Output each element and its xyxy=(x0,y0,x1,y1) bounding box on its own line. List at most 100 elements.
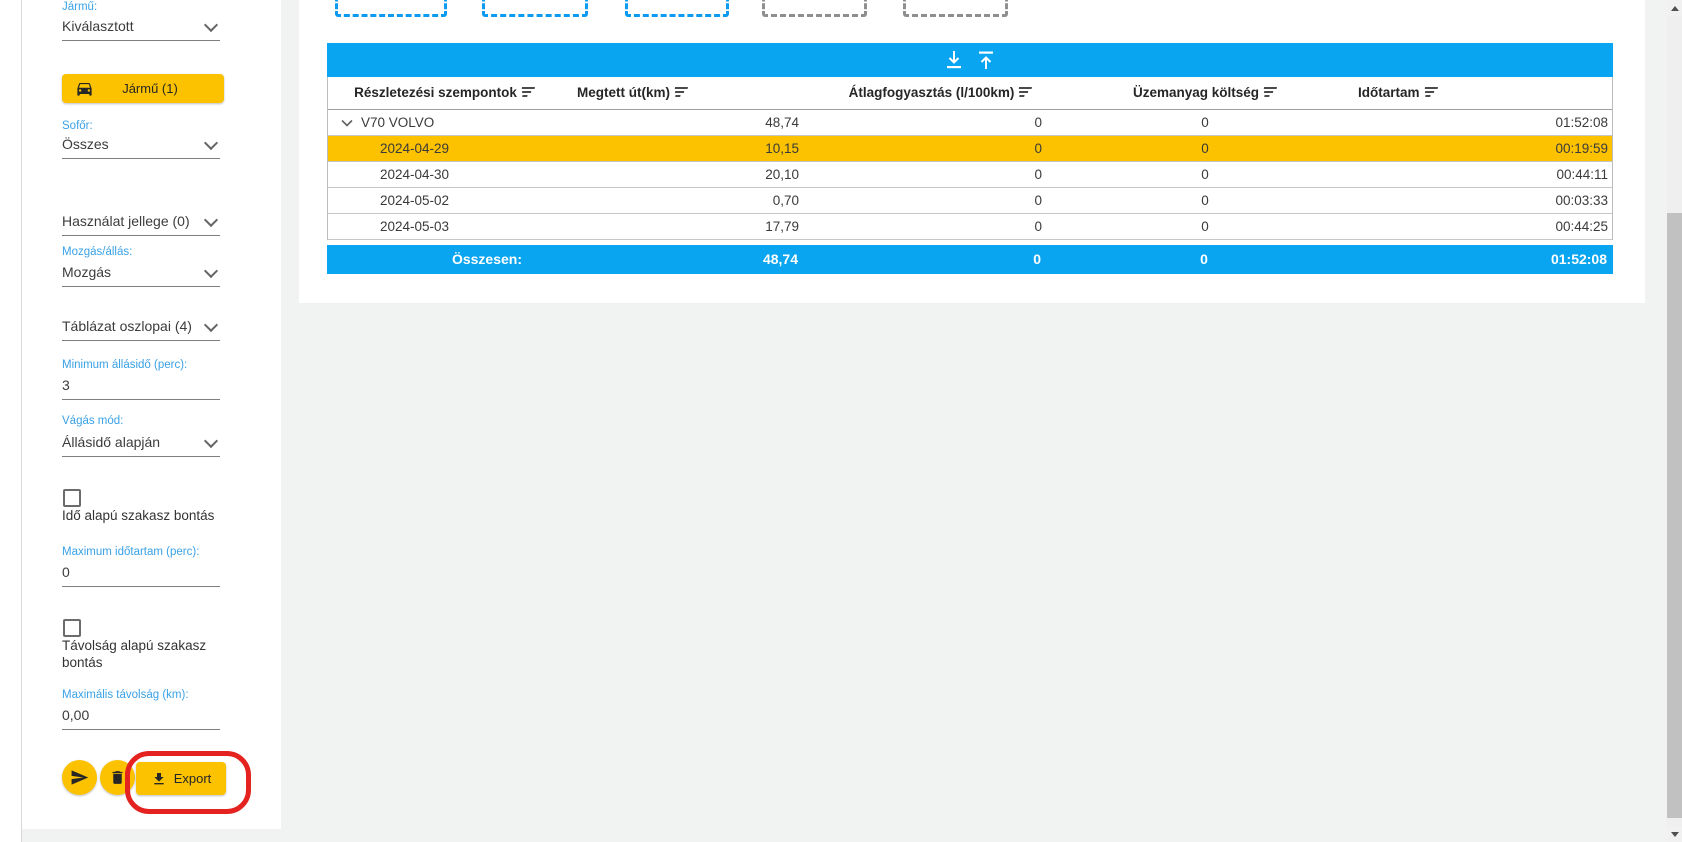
chevron-expand-icon[interactable] xyxy=(341,119,353,127)
duration-cell: 00:19:59 xyxy=(1340,136,1614,161)
usage-type-select[interactable]: Használat jellege (0) xyxy=(62,212,220,236)
distance-split-checkbox[interactable] xyxy=(63,619,81,637)
report-tab-3[interactable] xyxy=(625,0,729,17)
chevron-down-icon xyxy=(204,18,218,32)
left-edge-panel xyxy=(0,0,22,842)
table-columns-value: Táblázat oszlopai (4) xyxy=(62,318,192,334)
consumption-cell: 0 xyxy=(811,110,1070,135)
header-duration-col[interactable]: Időtartam xyxy=(1340,77,1614,109)
expand-all-icon[interactable] xyxy=(944,49,964,71)
table-columns-select[interactable]: Táblázat oszlopai (4) xyxy=(62,317,220,341)
fuel-cost-cell: 0 xyxy=(1070,214,1340,239)
max-duration-label: Maximum időtartam (perc): xyxy=(62,546,252,558)
car-icon xyxy=(75,79,94,98)
trash-icon xyxy=(109,769,126,786)
header-detail-col[interactable]: Részletezési szempontok xyxy=(328,77,561,109)
cut-mode-select[interactable]: Állásidő alapján xyxy=(62,433,220,457)
triangle-up-icon xyxy=(1671,6,1679,11)
chevron-down-icon xyxy=(204,434,218,448)
sort-icon xyxy=(673,87,689,98)
vehicle-select[interactable]: Kiválasztott xyxy=(62,17,220,41)
totals-fuel-cost: 0 xyxy=(1069,245,1339,274)
consumption-cell: 0 xyxy=(811,162,1070,187)
vehicle-select-value: Kiválasztott xyxy=(62,18,134,34)
motion-select-value: Mozgás xyxy=(62,264,111,280)
trip-table: Részletezési szempontok Megtett út(km) Á… xyxy=(327,43,1613,274)
distance-cell: 48,74 xyxy=(561,110,811,135)
header-distance-col[interactable]: Megtett út(km) xyxy=(561,77,811,109)
vehicle-group-row[interactable]: V70 VOLVO 48,74 0 0 01:52:08 xyxy=(328,110,1612,136)
sort-icon xyxy=(1423,87,1439,98)
vehicle-button-label: Jármű (1) xyxy=(94,81,206,96)
consumption-cell: 0 xyxy=(811,188,1070,213)
chevron-down-icon xyxy=(204,136,218,150)
table-toolbar xyxy=(327,43,1613,77)
driver-select-value: Összes xyxy=(62,136,109,152)
date-cell: 2024-04-29 xyxy=(328,136,561,161)
motion-label: Mozgás/állás: xyxy=(62,246,252,258)
report-tab-2[interactable] xyxy=(482,0,588,17)
max-distance-label: Maximális távolság (km): xyxy=(62,689,252,701)
max-distance-input[interactable]: 0,00 xyxy=(62,706,220,730)
vehicle-button[interactable]: Jármű (1) xyxy=(62,74,224,103)
duration-cell: 00:44:11 xyxy=(1340,162,1614,187)
fuel-cost-cell: 0 xyxy=(1070,188,1340,213)
min-idle-label: Minimum állásidő (perc): xyxy=(62,359,252,371)
fuel-cost-cell: 0 xyxy=(1070,136,1340,161)
totals-row: Összesen: 48,74 0 0 01:52:08 xyxy=(327,245,1613,274)
totals-distance: 48,74 xyxy=(560,245,810,274)
collapse-all-icon[interactable] xyxy=(976,49,996,71)
distance-split-checkbox-label: Távolság alapú szakasz bontás xyxy=(62,637,230,671)
vehicle-label: Jármű: xyxy=(62,1,252,13)
totals-consumption: 0 xyxy=(810,245,1069,274)
distance-cell: 17,79 xyxy=(561,214,811,239)
date-cell: 2024-04-30 xyxy=(328,162,561,187)
filter-sidebar: Jármű: Kiválasztott Jármű (1) Sofőr: Öss… xyxy=(22,0,281,829)
cut-mode-value: Állásidő alapján xyxy=(62,434,160,450)
totals-duration: 01:52:08 xyxy=(1339,245,1613,274)
cut-mode-label: Vágás mód: xyxy=(62,415,252,427)
fuel-cost-cell: 0 xyxy=(1070,162,1340,187)
max-duration-value: 0 xyxy=(62,564,70,580)
time-split-checkbox-label: Idő alapú szakasz bontás xyxy=(62,507,230,524)
totals-label: Összesen: xyxy=(327,245,560,274)
driver-label: Sofőr: xyxy=(62,120,252,132)
vehicle-name: V70 VOLVO xyxy=(361,110,434,135)
time-split-checkbox[interactable] xyxy=(63,489,81,507)
scrollbar-thumb[interactable] xyxy=(1667,213,1682,818)
distance-cell: 0,70 xyxy=(561,188,811,213)
min-idle-input[interactable]: 3 xyxy=(62,376,220,400)
min-idle-value: 3 xyxy=(62,377,70,393)
max-duration-input[interactable]: 0 xyxy=(62,563,220,587)
header-consumption-col[interactable]: Átlagfogyasztás (l/100km) xyxy=(811,77,1070,109)
annotation-ring xyxy=(125,751,251,814)
duration-cell: 00:03:33 xyxy=(1340,188,1614,213)
duration-cell: 01:52:08 xyxy=(1340,110,1614,135)
chevron-down-icon xyxy=(204,213,218,227)
report-tab-1[interactable] xyxy=(335,0,447,17)
driver-select[interactable]: Összes xyxy=(62,135,220,159)
table-row[interactable]: 2024-05-02 0,70 0 0 00:03:33 xyxy=(328,188,1612,214)
date-cell: 2024-05-02 xyxy=(328,188,561,213)
table-row[interactable]: 2024-05-03 17,79 0 0 00:44:25 xyxy=(328,214,1612,240)
fleet-report-page: { "sidebar": { "vehicle_label": "Jármű:"… xyxy=(0,0,1682,842)
header-fuel-cost-col[interactable]: Üzemanyag költség xyxy=(1070,77,1340,109)
usage-type-value: Használat jellege (0) xyxy=(62,213,190,229)
vertical-scrollbar[interactable] xyxy=(1667,0,1682,842)
table-row-selected[interactable]: 2024-04-29 10,15 0 0 00:19:59 xyxy=(328,136,1612,162)
scroll-up-arrow[interactable] xyxy=(1667,0,1682,16)
distance-cell: 20,10 xyxy=(561,162,811,187)
table-row[interactable]: 2024-04-30 20,10 0 0 00:44:11 xyxy=(328,162,1612,188)
run-query-button[interactable] xyxy=(62,760,97,795)
chevron-down-icon xyxy=(204,264,218,278)
sort-icon xyxy=(1262,87,1278,98)
consumption-cell: 0 xyxy=(811,214,1070,239)
distance-cell: 10,15 xyxy=(561,136,811,161)
send-icon xyxy=(70,768,89,787)
duration-cell: 00:44:25 xyxy=(1340,214,1614,239)
report-tab-4[interactable] xyxy=(762,0,867,17)
scroll-down-arrow[interactable] xyxy=(1667,826,1682,842)
report-tab-5[interactable] xyxy=(903,0,1008,17)
motion-select[interactable]: Mozgás xyxy=(62,263,220,287)
sort-icon xyxy=(1017,87,1033,98)
